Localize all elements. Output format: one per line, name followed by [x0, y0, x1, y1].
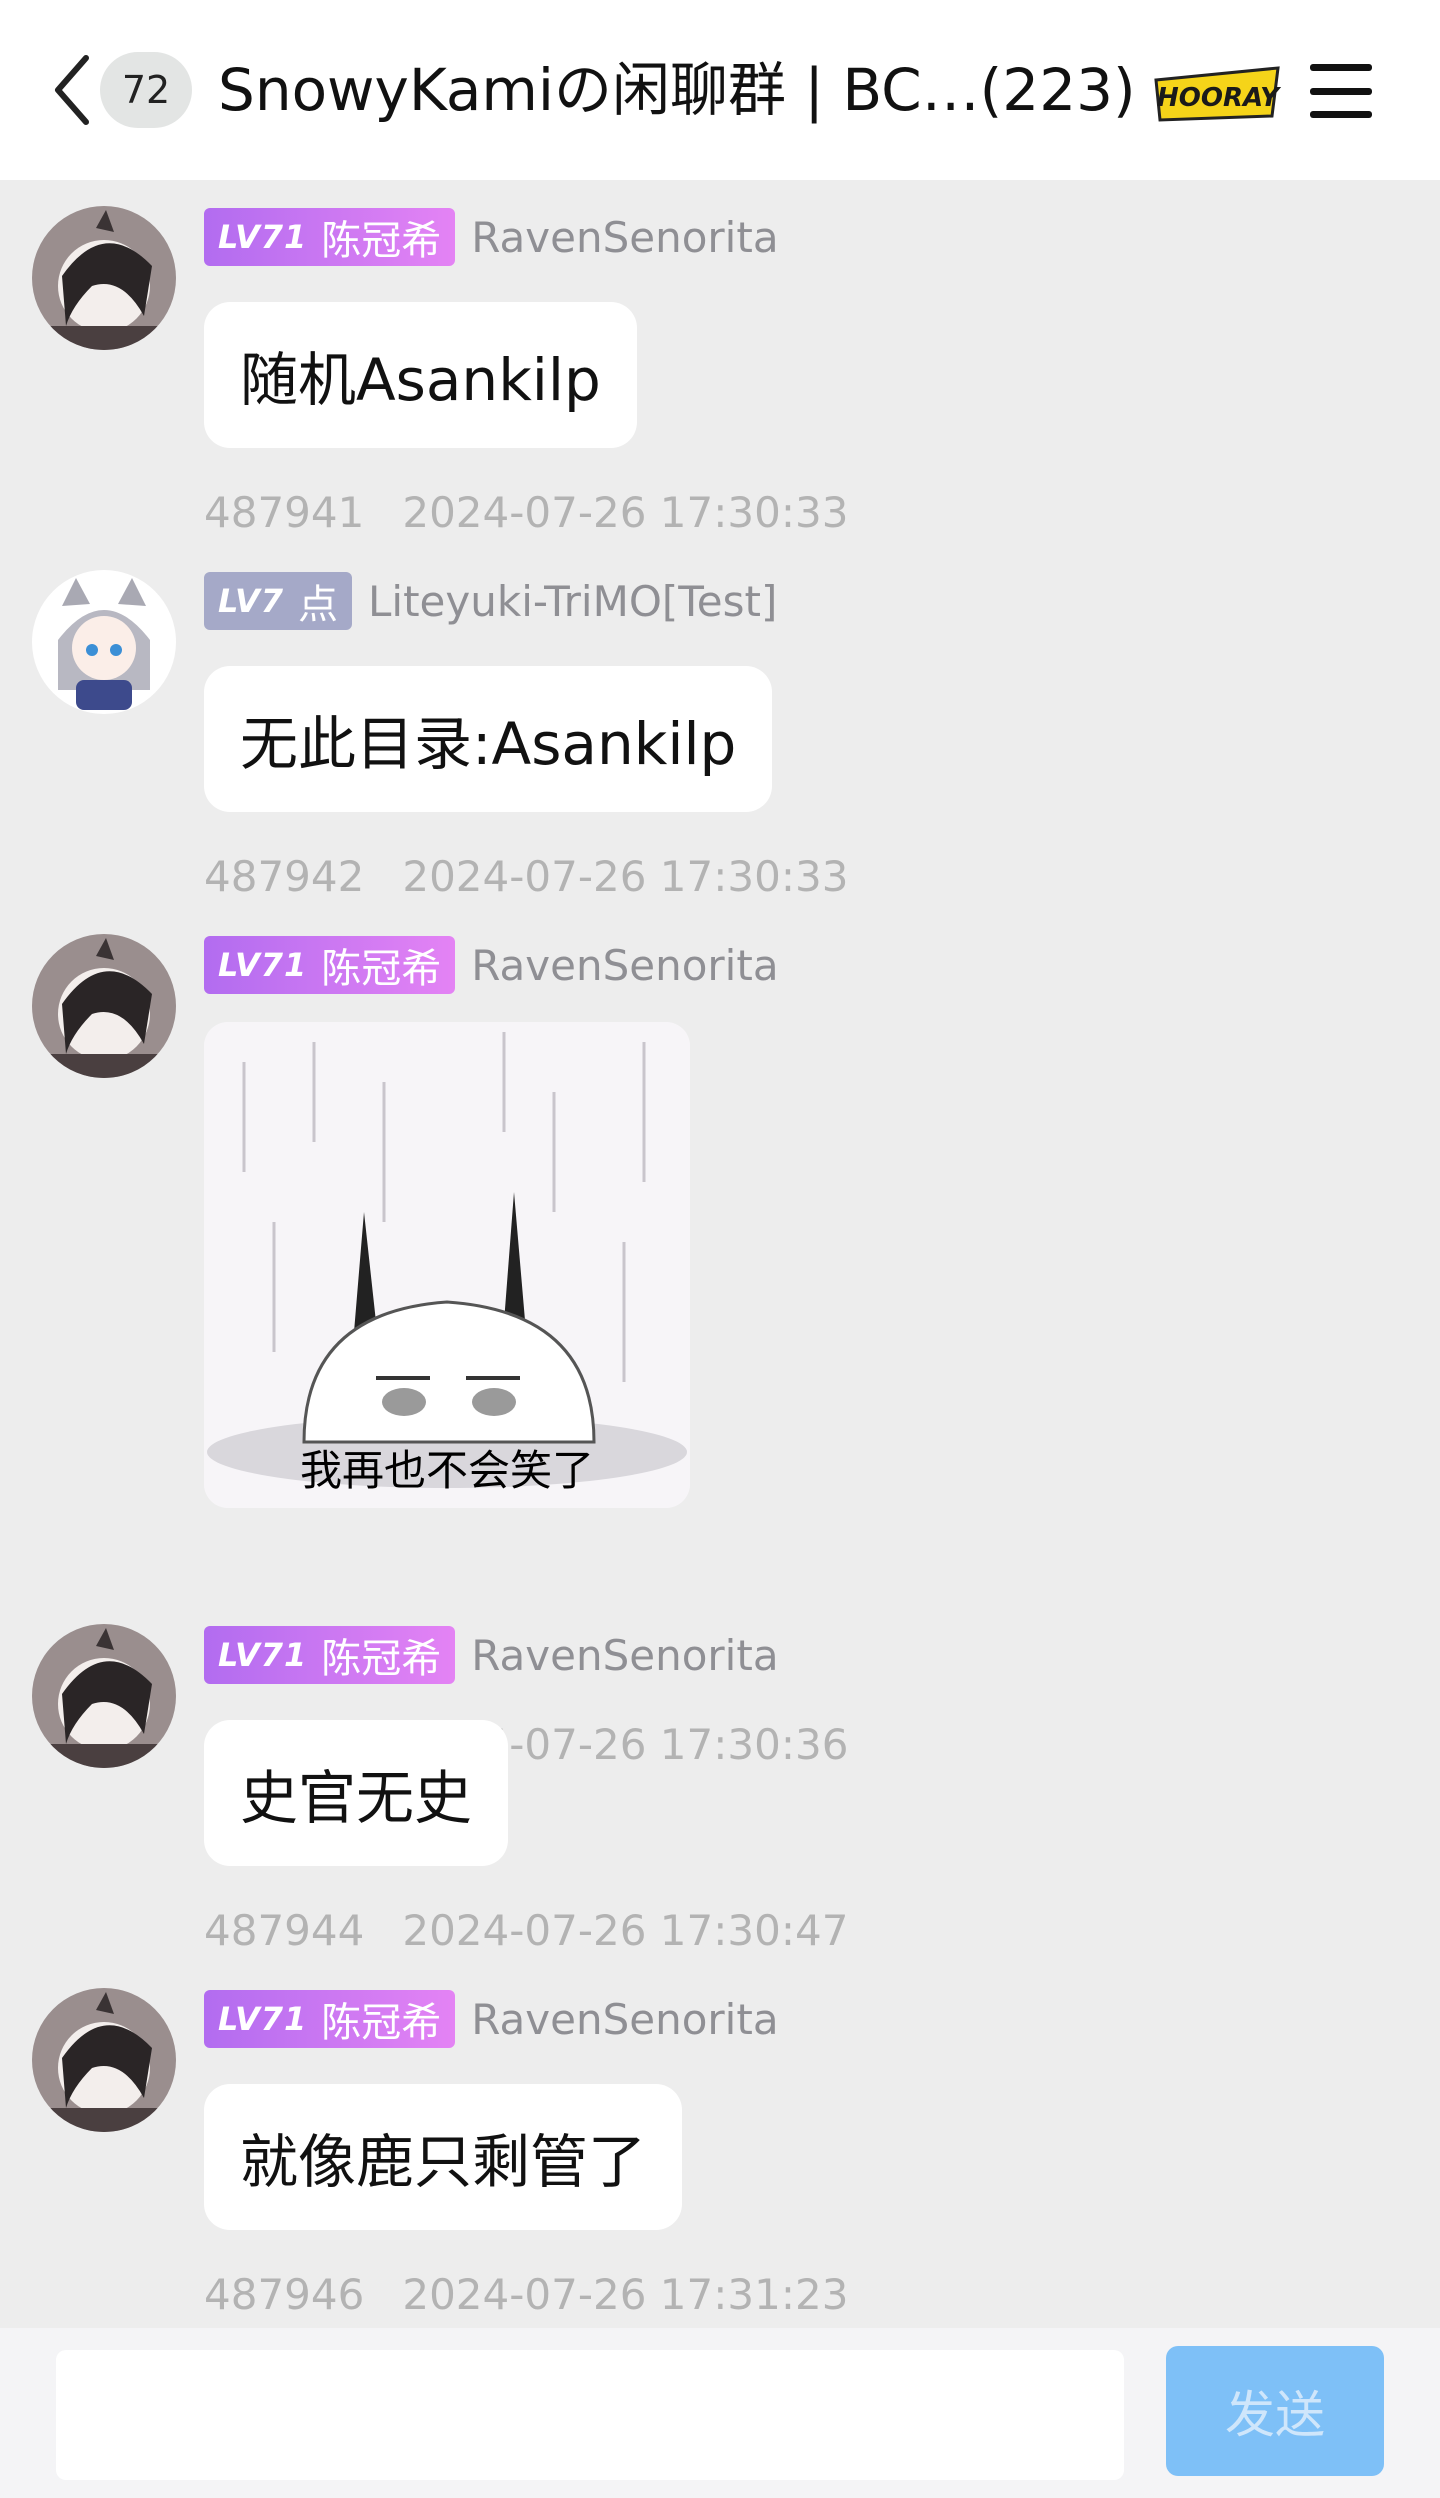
back-button[interactable]	[44, 54, 100, 126]
message-time: 2024-07-26 17:30:33	[402, 488, 849, 537]
sender-name[interactable]: RavenSenorita	[471, 1995, 778, 2044]
message-id: 487946	[204, 2270, 365, 2319]
message-id: 487944	[204, 1906, 365, 1955]
message-time: 2024-07-26 17:31:23	[402, 2270, 849, 2319]
message-meta: 487946 2024-07-26 17:31:23	[204, 2270, 848, 2320]
sender-name[interactable]: RavenSenorita	[471, 1631, 778, 1680]
send-button[interactable]: 发送	[1166, 2346, 1384, 2476]
message-meta: 487941 2024-07-26 17:30:33	[204, 488, 848, 538]
level-tag: LV71 陈冠希	[204, 1990, 456, 2048]
sender-name[interactable]: RavenSenorita	[471, 941, 778, 990]
chat-header: 72 SnowyKamiの闲聊群 | BC…(223) HOORAY	[0, 0, 1440, 180]
message-bubble[interactable]: 无此目录:Asankilp	[204, 666, 773, 812]
avatar-ravensenorita[interactable]	[32, 934, 176, 1078]
hooray-badge-icon: HOORAY	[1154, 66, 1282, 122]
sender-name[interactable]: Liteyuki-TriMO[Test]	[368, 577, 777, 626]
level-tag: LV71 陈冠希	[204, 936, 456, 994]
message-bubble[interactable]: 史官无史	[204, 1720, 509, 1866]
avatar-liteyuki[interactable]	[32, 570, 176, 714]
message-meta: 487944 2024-07-26 17:30:47	[204, 1906, 848, 1956]
message-bubble[interactable]: 随机Asankilp	[204, 302, 637, 448]
message-input[interactable]	[56, 2350, 1124, 2480]
avatar-ravensenorita[interactable]	[32, 206, 176, 350]
message-id: 487941	[204, 488, 365, 537]
sender-line: LV71 陈冠希 RavenSenorita	[204, 1626, 779, 1684]
message-id: 487942	[204, 852, 365, 901]
sender-line: LV71 陈冠希 RavenSenorita	[204, 936, 779, 994]
avatar-image	[32, 1988, 176, 2132]
input-bar: 发送	[0, 2328, 1440, 2498]
message-bubble[interactable]: 就像鹿只剩管了	[204, 2084, 683, 2230]
message-meta: 487942 2024-07-26 17:30:33	[204, 852, 848, 902]
sender-line: LV7 点 Liteyuki-TriMO[Test]	[204, 572, 777, 630]
menu-button[interactable]	[1306, 56, 1376, 126]
sender-line: LV71 陈冠希 RavenSenorita	[204, 208, 779, 266]
avatar-ravensenorita[interactable]	[32, 1988, 176, 2132]
message-time: 2024-07-26 17:30:33	[402, 852, 849, 901]
avatar-image	[32, 570, 176, 714]
message-time: 2024-07-26 17:30:47	[402, 1906, 849, 1955]
chevron-left-icon	[55, 55, 89, 125]
avatar-ravensenorita[interactable]	[32, 1624, 176, 1768]
sender-line: LV71 陈冠希 RavenSenorita	[204, 1990, 779, 2048]
level-tag: LV71 陈冠希	[204, 1626, 456, 1684]
message-list[interactable]: LV71 陈冠希 RavenSenorita 随机Asankilp 487941…	[0, 180, 1440, 2328]
unread-count-badge[interactable]: 72	[100, 52, 192, 128]
chat-title[interactable]: SnowyKamiの闲聊群 | BC…(223)	[218, 50, 1148, 130]
sticker-image[interactable]: 我再也不会笑了	[204, 1022, 690, 1508]
menu-icon	[1310, 64, 1372, 71]
sticker-caption: 我再也不会笑了	[299, 1446, 594, 1495]
level-tag: LV7 点	[204, 572, 353, 630]
avatar-image	[32, 206, 176, 350]
sender-name[interactable]: RavenSenorita	[471, 213, 778, 262]
svg-text:HOORAY: HOORAY	[1157, 83, 1282, 113]
level-tag: LV71 陈冠希	[204, 208, 456, 266]
avatar-image	[32, 1624, 176, 1768]
avatar-image	[32, 934, 176, 1078]
sticker-illustration	[204, 1022, 690, 1508]
